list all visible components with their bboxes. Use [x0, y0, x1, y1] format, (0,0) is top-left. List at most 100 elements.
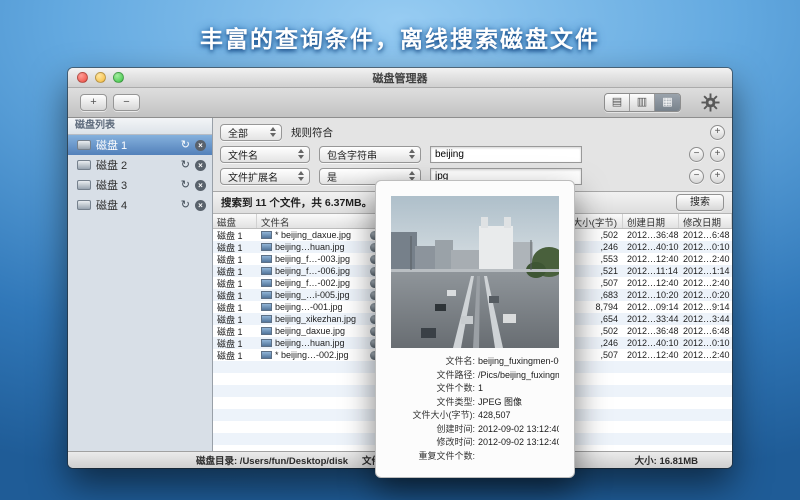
cell-created: 2012…40:10 — [623, 338, 679, 348]
popover-field-label: 修改时间: — [391, 436, 475, 450]
filter-row: 文件名 包含字符串 − + — [220, 143, 725, 165]
image-thumbnail-icon — [261, 339, 272, 347]
view-mode-segmented-control: ▤ ▥ ▦ — [604, 93, 681, 112]
cell-created: 2012…40:10 — [623, 242, 679, 252]
cell-created: 2012…33:44 — [623, 314, 679, 324]
toolbar: + − ▤ ▥ ▦ — [68, 88, 732, 118]
popover-field-value: 2012-09-02 13:12:40 — [475, 423, 559, 437]
cell-modified: 2012…2:40 — [679, 350, 732, 360]
status-disk-path: 磁盘目录: /Users/fun/Desktop/disk — [196, 453, 348, 467]
remove-disk-icon[interactable]: × — [195, 160, 206, 171]
scope-dropdown[interactable]: 全部 — [220, 124, 282, 141]
cell-filename: beijing_xikezhan.jpg — [257, 314, 381, 324]
filename-text: beijing_…i-005.jpg — [275, 290, 367, 300]
add-filter-button[interactable]: + — [710, 125, 725, 140]
add-disk-button[interactable]: + — [80, 94, 107, 111]
minimize-window-icon[interactable] — [95, 72, 106, 83]
disk-label: 磁盘 1 — [96, 137, 176, 153]
filter-operator-dropdown[interactable]: 包含字符串 — [319, 146, 421, 163]
view-table-icon[interactable]: ▦ — [655, 94, 680, 111]
popover-field: 文件名: beijing_fuxingmen-002.jpg — [391, 355, 559, 369]
disk-icon — [77, 160, 91, 170]
cell-filename: beijing…-001.jpg — [257, 302, 381, 312]
refresh-icon[interactable]: ↻ — [181, 140, 190, 151]
filter-field-dropdown[interactable]: 文件扩展名 — [220, 168, 310, 185]
sidebar-item-disk[interactable]: 磁盘 4 ↻ × — [68, 195, 212, 215]
add-filter-button[interactable]: + — [710, 147, 725, 162]
disk-icon — [77, 140, 91, 150]
refresh-icon[interactable]: ↻ — [181, 160, 190, 171]
popover-field: 文件类型: JPEG 图像 — [391, 396, 559, 410]
popover-field-label: 文件个数: — [391, 382, 475, 396]
remove-disk-button[interactable]: − — [113, 94, 140, 111]
cell-filename: beijing_f…-006.jpg — [257, 266, 381, 276]
zoom-window-icon[interactable] — [113, 72, 124, 83]
popover-field-value — [475, 450, 478, 464]
cell-created: 2012…10:20 — [623, 290, 679, 300]
search-button[interactable]: 搜索 — [676, 194, 724, 211]
column-header-filename[interactable]: 文件名 — [257, 214, 381, 228]
image-thumbnail-icon — [261, 303, 272, 311]
popover-field-label: 创建时间: — [391, 423, 475, 437]
window-controls — [77, 72, 124, 83]
filter-scope-row: 全部 规则符合 + — [220, 121, 725, 143]
image-thumbnail-icon — [261, 291, 272, 299]
popover-field-label: 重复文件个数: — [391, 450, 475, 464]
remove-disk-icon[interactable]: × — [195, 180, 206, 191]
remove-filter-button[interactable]: − — [689, 169, 704, 184]
popover-field-value: beijing_fuxingmen-002.jpg — [475, 355, 559, 369]
popup-arrows-icon — [292, 171, 304, 181]
sidebar-item-disk[interactable]: 磁盘 2 ↻ × — [68, 155, 212, 175]
filter-field-value: 文件扩展名 — [228, 169, 278, 184]
popover-field-value: 1 — [475, 382, 483, 396]
cell-modified: 2012…6:48 — [679, 326, 732, 336]
cell-filename: beijing_daxue.jpg — [257, 326, 381, 336]
cell-created: 2012…11:14 — [623, 266, 679, 276]
popover-field-value: 428,507 — [475, 409, 511, 423]
column-header-disk[interactable]: 磁盘 — [213, 214, 257, 228]
filter-value-input[interactable] — [430, 146, 582, 163]
status-db-size: 大小: 16.81MB — [635, 453, 698, 467]
filter-field-dropdown[interactable]: 文件名 — [220, 146, 310, 163]
refresh-icon[interactable]: ↻ — [181, 200, 190, 211]
window-title: 磁盘管理器 — [373, 70, 428, 86]
cell-modified: 2012…1:14 — [679, 266, 732, 276]
close-window-icon[interactable] — [77, 72, 88, 83]
gear-icon[interactable] — [701, 93, 720, 112]
disk-label: 磁盘 2 — [96, 157, 176, 173]
sidebar-item-disk[interactable]: 磁盘 3 ↻ × — [68, 175, 212, 195]
title-bar[interactable]: 磁盘管理器 — [68, 68, 732, 88]
cell-modified: 2012…2:40 — [679, 254, 732, 264]
disk-label: 磁盘 4 — [96, 197, 176, 213]
view-list-icon[interactable]: ▤ — [605, 94, 630, 111]
cell-created: 2012…09:14 — [623, 302, 679, 312]
add-filter-button[interactable]: + — [710, 169, 725, 184]
remove-disk-icon[interactable]: × — [195, 140, 206, 151]
column-header-modified[interactable]: 修改日期 — [679, 214, 732, 228]
image-thumbnail-icon — [261, 267, 272, 275]
cell-modified: 2012…6:48 — [679, 230, 732, 240]
refresh-icon[interactable]: ↻ — [181, 180, 190, 191]
popover-field-value: /Pics/beijing_fuxingmen-002.jpg — [475, 369, 559, 383]
remove-filter-button[interactable]: − — [689, 147, 704, 162]
cell-modified: 2012…9:14 — [679, 302, 732, 312]
cell-filename: beijing…huan.jpg — [257, 338, 381, 348]
cell-filename: beijing…huan.jpg — [257, 242, 381, 252]
image-thumbnail-icon — [261, 315, 272, 323]
cell-created: 2012…12:40 — [623, 350, 679, 360]
filename-text: beijing_f…-006.jpg — [275, 266, 367, 276]
sidebar-item-disk[interactable]: 磁盘 1 ↻ × — [68, 135, 212, 155]
view-columns-icon[interactable]: ▥ — [630, 94, 655, 111]
sidebar: 磁盘列表 磁盘 1 ↻ × 磁盘 2 ↻ × 磁盘 3 ↻ × 磁盘 4 ↻ × — [68, 118, 213, 451]
cell-modified: 2012…3:44 — [679, 314, 732, 324]
filter-operator-value: 是 — [327, 169, 337, 184]
popover-field: 文件个数: 1 — [391, 382, 559, 396]
scope-suffix-label: 规则符合 — [291, 125, 333, 140]
filename-text: beijing…huan.jpg — [275, 242, 367, 252]
remove-disk-icon[interactable]: × — [195, 200, 206, 211]
cell-modified: 2012…2:40 — [679, 278, 732, 288]
image-thumbnail-icon — [261, 255, 272, 263]
scope-dropdown-value: 全部 — [228, 125, 248, 140]
column-header-created[interactable]: 创建日期 — [623, 214, 679, 228]
filter-operator-value: 包含字符串 — [327, 147, 377, 162]
